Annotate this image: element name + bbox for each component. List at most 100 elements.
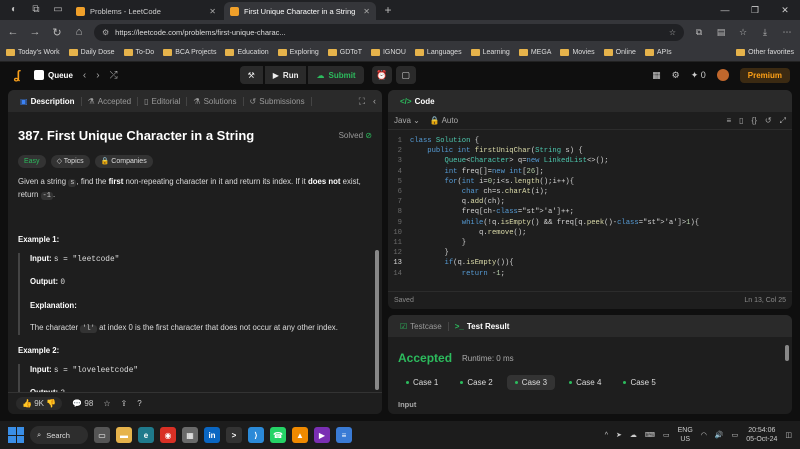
description-scrollbar[interactable] (375, 250, 379, 390)
companies-chip[interactable]: 🔒 Companies (94, 154, 153, 168)
run-button[interactable]: ▶ Run (264, 66, 307, 84)
browser-tab-problems[interactable]: Problems - LeetCode ✕ (70, 2, 222, 20)
streak-counter[interactable]: ✦ 0 (691, 70, 706, 81)
code-line[interactable]: 6 char ch=s.charAt(i); (388, 187, 792, 197)
tab-code[interactable]: </> Code (394, 97, 441, 106)
minimize-icon[interactable]: — (710, 5, 740, 15)
collapse-panel-icon[interactable]: ‹ (373, 96, 376, 107)
code-text[interactable]: q.add(ch); (410, 197, 505, 207)
code-text[interactable]: Queue<Character> q=new LinkedList<>(); (410, 156, 609, 166)
windows-start-icon[interactable] (8, 427, 24, 443)
code-line[interactable]: 8 freq[ch-class="st">'a']++; (388, 207, 792, 217)
volume-icon[interactable]: 🔊 (715, 431, 724, 439)
code-text[interactable]: class Solution { (410, 136, 479, 146)
workspaces-icon[interactable]: ⧉ (29, 3, 43, 17)
submit-button[interactable]: ☁ Submit (308, 66, 364, 84)
leetcode-logo-icon[interactable]: ʆ (10, 68, 24, 82)
tab-solutions[interactable]: ⚗ Solutions (187, 96, 244, 106)
vlc-icon[interactable]: ▲ (292, 427, 308, 443)
case-tab[interactable]: Case 5 (615, 375, 663, 390)
code-line[interactable]: 2 public int firstUniqChar(String s) { (388, 146, 792, 156)
media-player-icon[interactable]: ▶ (314, 427, 330, 443)
tab-description[interactable]: ▣ Description (14, 96, 82, 106)
result-scrollbar[interactable] (785, 345, 789, 361)
braces-icon[interactable]: {} (752, 116, 757, 126)
code-text[interactable]: q.remove(); (410, 228, 526, 238)
avatar[interactable] (716, 69, 729, 81)
code-line[interactable]: 12 } (388, 248, 792, 258)
code-line[interactable]: 5 for(int i=0;i<s.length();i++){ (388, 177, 792, 187)
new-tab-button[interactable]: + (381, 3, 395, 17)
code-line[interactable]: 3 Queue<Character> q=new LinkedList<>(); (388, 156, 792, 166)
share-icon[interactable]: ⇪ (120, 399, 127, 408)
bookmark-item[interactable]: Languages (414, 49, 462, 56)
tab-actions-icon[interactable]: ▭ (51, 3, 65, 17)
maximize-icon[interactable]: ❐ (740, 5, 770, 16)
bookmark-item[interactable]: Exploring (277, 49, 319, 56)
shuffle-icon[interactable]: ⤮ (110, 70, 118, 81)
case-tab-active[interactable]: Case 3 (506, 375, 556, 390)
next-problem-icon[interactable]: › (96, 70, 99, 81)
onedrive-icon[interactable]: ☁ (630, 431, 637, 439)
tab-test-result[interactable]: >_ Test Result (449, 322, 516, 331)
maximize-panel-icon[interactable]: ⛶ (359, 96, 365, 107)
favorites-icon[interactable]: ☆ (736, 27, 750, 38)
input-language[interactable]: ENG US (678, 426, 693, 444)
problem-list-button[interactable]: Queue (34, 70, 73, 80)
task-view-icon[interactable]: ▭ (94, 427, 110, 443)
code-text[interactable]: freq[ch-class="st">'a']++; (410, 207, 574, 217)
bookmark-item[interactable]: Online (603, 49, 636, 56)
tab-testcase[interactable]: ☑ Testcase (394, 321, 449, 331)
site-info-icon[interactable]: ⚙ (102, 28, 109, 37)
code-text[interactable]: char ch=s.charAt(i); (410, 187, 548, 197)
bookmark-item[interactable]: Movies (560, 49, 595, 56)
layout-icon[interactable]: ▦ (652, 70, 661, 81)
bookmark-item[interactable]: MEGA (518, 49, 551, 56)
premium-button[interactable]: Premium (739, 67, 790, 83)
code-text[interactable]: } (410, 248, 449, 258)
reload-icon[interactable]: ↻ (50, 26, 64, 39)
linkedin-icon[interactable]: in (204, 427, 220, 443)
code-line[interactable]: 14 return -1; (388, 269, 792, 279)
bookmark-item[interactable]: APIs (644, 49, 672, 56)
close-tab-icon[interactable]: ✕ (363, 7, 370, 16)
notifications-icon[interactable]: ◫ (785, 431, 792, 439)
bookmark-icon[interactable]: ▯ (739, 116, 743, 126)
code-line[interactable]: 4 int freq[]=new int[26]; (388, 167, 792, 177)
telegram-icon[interactable]: ➤ (616, 431, 622, 439)
reset-icon[interactable]: ↺ (765, 116, 772, 126)
help-icon[interactable]: ? (137, 399, 141, 408)
comments-button[interactable]: 💬 98 (72, 399, 93, 408)
settings-icon[interactable]: ⚙ (672, 70, 680, 81)
bookmark-item[interactable]: Daily Dose (68, 49, 115, 56)
edge-icon[interactable]: e (138, 427, 154, 443)
bookmark-item[interactable]: Learning (470, 49, 510, 56)
downloads-icon[interactable]: ⤓ (758, 27, 772, 38)
whatsapp-icon[interactable]: ☎ (270, 427, 286, 443)
display-icon[interactable]: ▭ (663, 431, 670, 439)
case-tab[interactable]: Case 2 (452, 375, 500, 390)
code-line[interactable]: 1 class Solution { (388, 136, 792, 146)
code-line[interactable]: 11 } (388, 238, 792, 248)
notes-icon[interactable]: ▢ (395, 66, 416, 84)
favorite-star-icon[interactable]: ☆ (103, 399, 110, 408)
format-icon[interactable]: ≡ (726, 116, 731, 126)
store-icon[interactable]: ▦ (182, 427, 198, 443)
code-line[interactable]: 9 while(!q.isEmpty() && freq[q.peek()-cl… (388, 218, 792, 228)
prev-problem-icon[interactable]: ‹ (83, 70, 86, 81)
like-button[interactable]: 👍 9K 👎 (16, 397, 63, 410)
back-icon[interactable]: ← (6, 26, 20, 38)
vscode-icon[interactable]: ⟩ (248, 427, 264, 443)
language-select[interactable]: Java ⌄ (394, 116, 420, 125)
close-window-icon[interactable]: ✕ (770, 5, 800, 16)
home-icon[interactable]: ⌂ (72, 26, 86, 38)
bookmark-star-icon[interactable]: ☆ (669, 28, 676, 37)
forward-icon[interactable]: → (28, 26, 42, 38)
tab-accepted[interactable]: ⚗ Accepted (82, 96, 139, 106)
close-tab-icon[interactable]: ✕ (209, 7, 216, 16)
menu-icon[interactable]: ⋯ (780, 27, 794, 38)
tab-submissions[interactable]: ↺ Submissions (244, 96, 312, 106)
bookmark-item[interactable]: Today's Work (6, 49, 60, 56)
bookmark-item[interactable]: Education (225, 49, 269, 56)
address-bar[interactable]: ⚙ https://leetcode.com/problems/first-un… (94, 23, 684, 41)
